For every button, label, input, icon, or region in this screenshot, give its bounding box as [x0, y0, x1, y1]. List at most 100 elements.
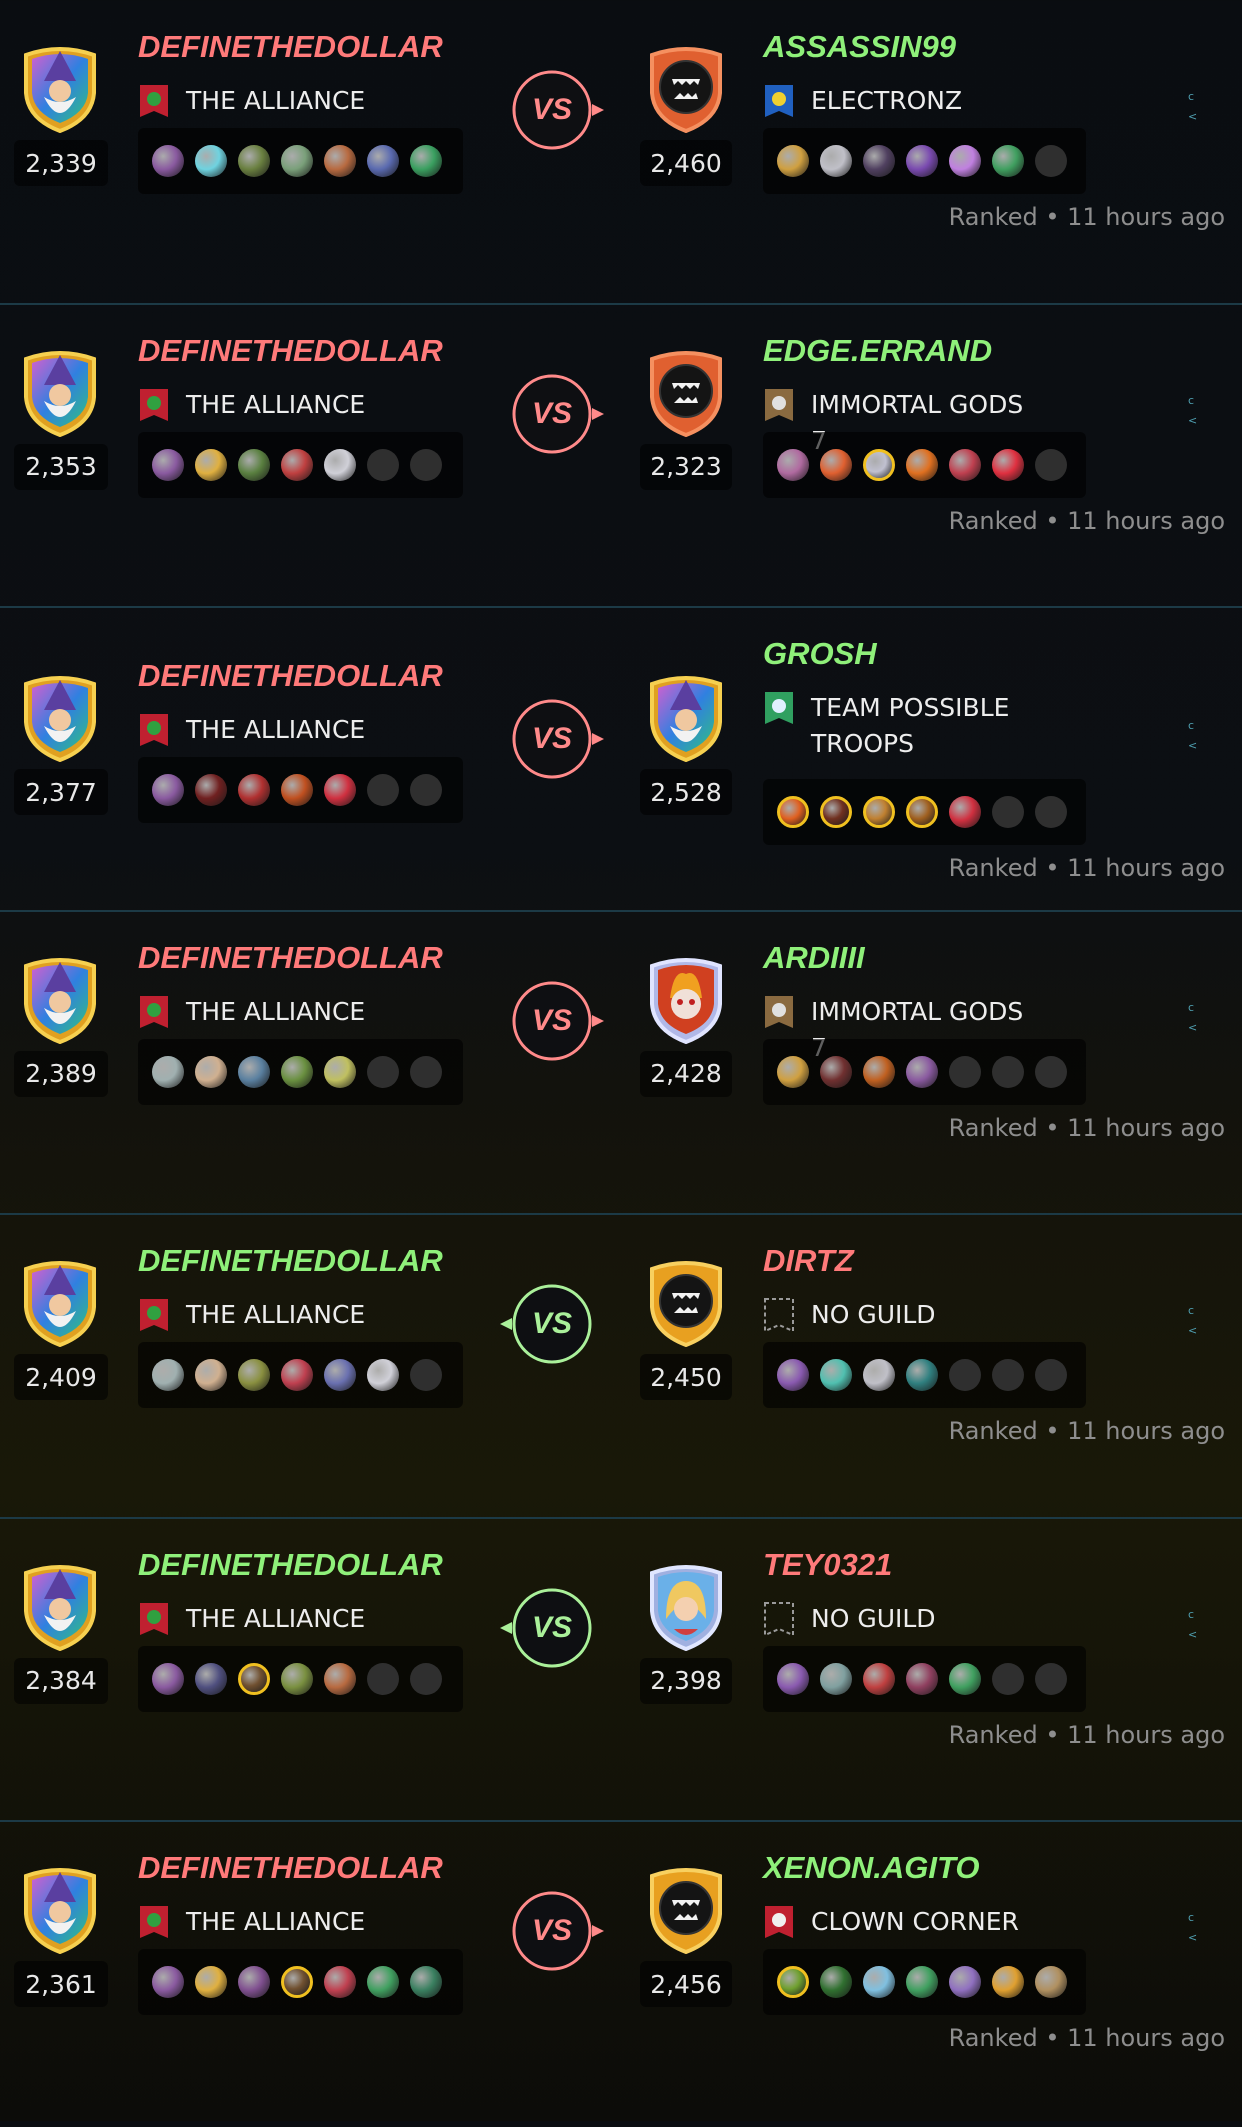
empty-unit-slot[interactable]	[410, 1662, 442, 1695]
unit-icon[interactable]	[238, 448, 270, 481]
opponent-team[interactable]	[763, 1645, 1086, 1712]
unit-icon[interactable]	[820, 145, 852, 177]
player-guild[interactable]: THE ALLIANCE	[138, 83, 416, 119]
player-name[interactable]: DEFINETHEDOLLAR	[138, 940, 443, 976]
player-name[interactable]: DEFINETHEDOLLAR	[138, 1850, 443, 1886]
unit-icon[interactable]	[281, 1359, 313, 1391]
empty-unit-slot[interactable]	[992, 1662, 1024, 1695]
unit-icon[interactable]	[281, 1662, 313, 1695]
empty-unit-slot[interactable]	[1035, 1055, 1067, 1088]
battle-row[interactable]: 2,409 DEFINETHEDOLLAR THE ALLIANCE VS 2,…	[0, 1217, 1242, 1520]
empty-unit-slot[interactable]	[367, 1662, 399, 1695]
empty-unit-slot[interactable]	[410, 774, 442, 806]
unit-icon[interactable]	[195, 1055, 227, 1088]
opponent-team[interactable]	[763, 431, 1086, 498]
player-name[interactable]: DEFINETHEDOLLAR	[138, 1243, 443, 1279]
opponent-guild[interactable]: CLOWN CORNER	[763, 1904, 1041, 1940]
player-name[interactable]: DEFINETHEDOLLAR	[138, 1547, 443, 1583]
battle-row[interactable]: 2,384 DEFINETHEDOLLAR THE ALLIANCE VS 2,…	[0, 1521, 1242, 1824]
unit-icon[interactable]	[863, 145, 895, 177]
unit-icon[interactable]	[324, 1662, 356, 1695]
unit-icon[interactable]	[820, 1966, 852, 1998]
player-team[interactable]	[138, 1342, 463, 1408]
player-guild[interactable]: THE ALLIANCE	[138, 1601, 416, 1637]
unit-icon[interactable]	[949, 796, 981, 828]
unit-icon[interactable]	[820, 448, 852, 481]
unit-icon[interactable]	[195, 145, 227, 177]
opponent-guild[interactable]: NO GUILD	[763, 1297, 1041, 1333]
unit-icon[interactable]	[777, 448, 809, 481]
player-guild[interactable]: THE ALLIANCE	[138, 712, 416, 748]
empty-unit-slot[interactable]	[1035, 796, 1067, 828]
unit-icon[interactable]	[281, 1055, 313, 1088]
unit-icon[interactable]	[863, 796, 895, 828]
unit-icon[interactable]	[195, 448, 227, 481]
unit-icon[interactable]	[152, 1055, 184, 1088]
unit-icon[interactable]	[152, 145, 184, 177]
player-guild[interactable]: THE ALLIANCE	[138, 1297, 416, 1333]
unit-icon[interactable]	[281, 774, 313, 806]
player-team[interactable]	[138, 1645, 463, 1712]
unit-icon[interactable]	[152, 1359, 184, 1391]
opponent-name[interactable]: ASSASSIN99	[763, 29, 956, 65]
opponent-name[interactable]: DIRTZ	[763, 1243, 854, 1279]
unit-icon[interactable]	[324, 774, 356, 806]
empty-unit-slot[interactable]	[949, 1055, 981, 1088]
unit-icon[interactable]	[820, 1359, 852, 1391]
more-icon[interactable]: c <	[1188, 716, 1202, 756]
unit-icon[interactable]	[410, 1966, 442, 1998]
unit-icon[interactable]	[367, 1966, 399, 1998]
unit-icon[interactable]	[906, 1966, 938, 1998]
battle-row[interactable]: 2,361 DEFINETHEDOLLAR THE ALLIANCE VS 2,…	[0, 1824, 1242, 2127]
empty-unit-slot[interactable]	[410, 1055, 442, 1088]
more-icon[interactable]: c <	[1188, 87, 1202, 127]
unit-icon[interactable]	[281, 1966, 313, 1998]
opponent-team[interactable]	[763, 1949, 1086, 2015]
unit-icon[interactable]	[949, 448, 981, 481]
opponent-name[interactable]: ARDIIII	[763, 940, 865, 976]
unit-icon[interactable]	[863, 1055, 895, 1088]
unit-icon[interactable]	[777, 1662, 809, 1695]
unit-icon[interactable]	[281, 145, 313, 177]
player-guild[interactable]: THE ALLIANCE	[138, 387, 416, 423]
unit-icon[interactable]	[152, 774, 184, 806]
player-guild[interactable]: THE ALLIANCE	[138, 1904, 416, 1940]
opponent-guild[interactable]: NO GUILD	[763, 1601, 1041, 1637]
unit-icon[interactable]	[324, 1359, 356, 1391]
empty-unit-slot[interactable]	[367, 1055, 399, 1088]
empty-unit-slot[interactable]	[1035, 1359, 1067, 1391]
unit-icon[interactable]	[195, 1966, 227, 1998]
unit-icon[interactable]	[324, 1966, 356, 1998]
unit-icon[interactable]	[195, 1359, 227, 1391]
opponent-name[interactable]: EDGE.ERRAND	[763, 333, 992, 369]
unit-icon[interactable]	[820, 796, 852, 828]
empty-unit-slot[interactable]	[410, 1359, 442, 1391]
unit-icon[interactable]	[863, 1662, 895, 1695]
empty-unit-slot[interactable]	[992, 1359, 1024, 1391]
player-name[interactable]: DEFINETHEDOLLAR	[138, 29, 443, 65]
unit-icon[interactable]	[238, 1055, 270, 1088]
more-icon[interactable]: c <	[1188, 1301, 1202, 1341]
unit-icon[interactable]	[152, 1966, 184, 1998]
unit-icon[interactable]	[906, 1359, 938, 1391]
player-guild[interactable]: THE ALLIANCE	[138, 994, 416, 1030]
opponent-team[interactable]	[763, 1342, 1086, 1408]
battle-row[interactable]: 2,353 DEFINETHEDOLLAR THE ALLIANCE VS 2,…	[0, 307, 1242, 610]
opponent-team[interactable]	[763, 128, 1086, 194]
unit-icon[interactable]	[367, 145, 399, 177]
unit-icon[interactable]	[906, 145, 938, 177]
unit-icon[interactable]	[777, 1055, 809, 1088]
empty-unit-slot[interactable]	[992, 1055, 1024, 1088]
unit-icon[interactable]	[777, 1966, 809, 1998]
unit-icon[interactable]	[820, 1055, 852, 1088]
unit-icon[interactable]	[281, 448, 313, 481]
player-team[interactable]	[138, 757, 463, 823]
unit-icon[interactable]	[195, 1662, 227, 1695]
opponent-name[interactable]: GROSH	[763, 636, 877, 672]
unit-icon[interactable]	[324, 448, 356, 481]
unit-icon[interactable]	[152, 448, 184, 481]
more-icon[interactable]: c <	[1188, 391, 1202, 431]
unit-icon[interactable]	[777, 145, 809, 177]
unit-icon[interactable]	[324, 1055, 356, 1088]
empty-unit-slot[interactable]	[367, 448, 399, 481]
